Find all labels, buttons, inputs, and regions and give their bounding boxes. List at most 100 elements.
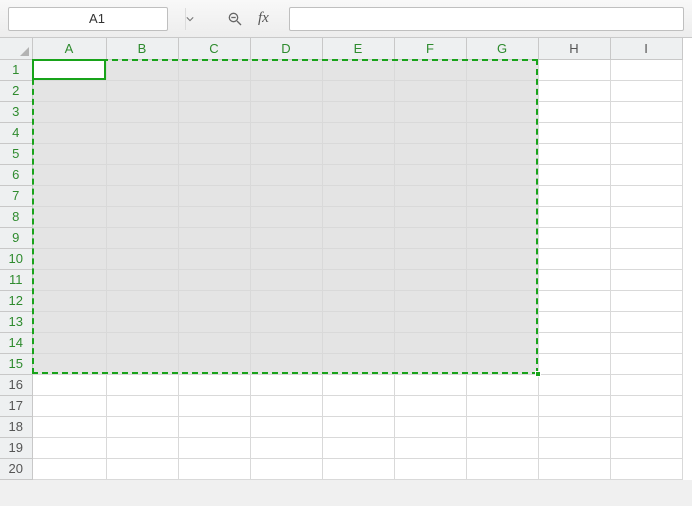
cell-A3[interactable]	[32, 101, 106, 122]
row-header-18[interactable]: 18	[0, 416, 32, 437]
cell-B13[interactable]	[106, 311, 178, 332]
cell-I16[interactable]	[610, 374, 682, 395]
cell-A14[interactable]	[32, 332, 106, 353]
cell-C19[interactable]	[178, 437, 250, 458]
cell-G7[interactable]	[466, 185, 538, 206]
cell-F15[interactable]	[394, 353, 466, 374]
cell-B11[interactable]	[106, 269, 178, 290]
cell-D18[interactable]	[250, 416, 322, 437]
cell-C17[interactable]	[178, 395, 250, 416]
cell-F18[interactable]	[394, 416, 466, 437]
cell-G8[interactable]	[466, 206, 538, 227]
cell-G9[interactable]	[466, 227, 538, 248]
row-header-13[interactable]: 13	[0, 311, 32, 332]
cell-H16[interactable]	[538, 374, 610, 395]
cell-E9[interactable]	[322, 227, 394, 248]
cell-H13[interactable]	[538, 311, 610, 332]
cell-G10[interactable]	[466, 248, 538, 269]
cell-I13[interactable]	[610, 311, 682, 332]
cell-E6[interactable]	[322, 164, 394, 185]
column-header-D[interactable]: D	[250, 38, 322, 59]
cell-H1[interactable]	[538, 59, 610, 80]
cell-G3[interactable]	[466, 101, 538, 122]
cell-C13[interactable]	[178, 311, 250, 332]
cell-H20[interactable]	[538, 458, 610, 479]
cell-B1[interactable]	[106, 59, 178, 80]
cell-G15[interactable]	[466, 353, 538, 374]
cell-I6[interactable]	[610, 164, 682, 185]
cell-D19[interactable]	[250, 437, 322, 458]
row-header-11[interactable]: 11	[0, 269, 32, 290]
cell-F14[interactable]	[394, 332, 466, 353]
cell-G14[interactable]	[466, 332, 538, 353]
cell-I19[interactable]	[610, 437, 682, 458]
cell-H7[interactable]	[538, 185, 610, 206]
cell-A10[interactable]	[32, 248, 106, 269]
row-header-15[interactable]: 15	[0, 353, 32, 374]
cell-E14[interactable]	[322, 332, 394, 353]
cell-D12[interactable]	[250, 290, 322, 311]
column-header-H[interactable]: H	[538, 38, 610, 59]
row-header-8[interactable]: 8	[0, 206, 32, 227]
cell-A20[interactable]	[32, 458, 106, 479]
column-header-A[interactable]: A	[32, 38, 106, 59]
cell-G13[interactable]	[466, 311, 538, 332]
cell-I18[interactable]	[610, 416, 682, 437]
cell-C11[interactable]	[178, 269, 250, 290]
cell-G11[interactable]	[466, 269, 538, 290]
cell-E12[interactable]	[322, 290, 394, 311]
cell-I12[interactable]	[610, 290, 682, 311]
cell-C5[interactable]	[178, 143, 250, 164]
cell-I1[interactable]	[610, 59, 682, 80]
row-header-20[interactable]: 20	[0, 458, 32, 479]
cell-G17[interactable]	[466, 395, 538, 416]
cell-G2[interactable]	[466, 80, 538, 101]
cell-F20[interactable]	[394, 458, 466, 479]
cell-C15[interactable]	[178, 353, 250, 374]
cell-B14[interactable]	[106, 332, 178, 353]
cell-H2[interactable]	[538, 80, 610, 101]
cell-G16[interactable]	[466, 374, 538, 395]
cell-G1[interactable]	[466, 59, 538, 80]
cell-I9[interactable]	[610, 227, 682, 248]
cell-G12[interactable]	[466, 290, 538, 311]
cell-F17[interactable]	[394, 395, 466, 416]
cell-H8[interactable]	[538, 206, 610, 227]
cell-H15[interactable]	[538, 353, 610, 374]
cell-F9[interactable]	[394, 227, 466, 248]
cell-A8[interactable]	[32, 206, 106, 227]
cell-H18[interactable]	[538, 416, 610, 437]
cell-D5[interactable]	[250, 143, 322, 164]
cell-H4[interactable]	[538, 122, 610, 143]
cell-C8[interactable]	[178, 206, 250, 227]
cell-B8[interactable]	[106, 206, 178, 227]
cell-C14[interactable]	[178, 332, 250, 353]
cell-C4[interactable]	[178, 122, 250, 143]
column-header-I[interactable]: I	[610, 38, 682, 59]
cell-F6[interactable]	[394, 164, 466, 185]
cell-H19[interactable]	[538, 437, 610, 458]
row-header-14[interactable]: 14	[0, 332, 32, 353]
cell-A11[interactable]	[32, 269, 106, 290]
cell-F2[interactable]	[394, 80, 466, 101]
cell-A6[interactable]	[32, 164, 106, 185]
column-header-B[interactable]: B	[106, 38, 178, 59]
cell-D11[interactable]	[250, 269, 322, 290]
row-header-10[interactable]: 10	[0, 248, 32, 269]
cell-E20[interactable]	[322, 458, 394, 479]
cell-C6[interactable]	[178, 164, 250, 185]
cell-B9[interactable]	[106, 227, 178, 248]
cell-D6[interactable]	[250, 164, 322, 185]
cell-G5[interactable]	[466, 143, 538, 164]
cell-H6[interactable]	[538, 164, 610, 185]
cell-B17[interactable]	[106, 395, 178, 416]
selection-fill-handle[interactable]	[535, 371, 541, 377]
cell-E10[interactable]	[322, 248, 394, 269]
cell-A9[interactable]	[32, 227, 106, 248]
cell-A4[interactable]	[32, 122, 106, 143]
cell-H14[interactable]	[538, 332, 610, 353]
column-header-G[interactable]: G	[466, 38, 538, 59]
cell-C9[interactable]	[178, 227, 250, 248]
cell-D1[interactable]	[250, 59, 322, 80]
row-header-9[interactable]: 9	[0, 227, 32, 248]
